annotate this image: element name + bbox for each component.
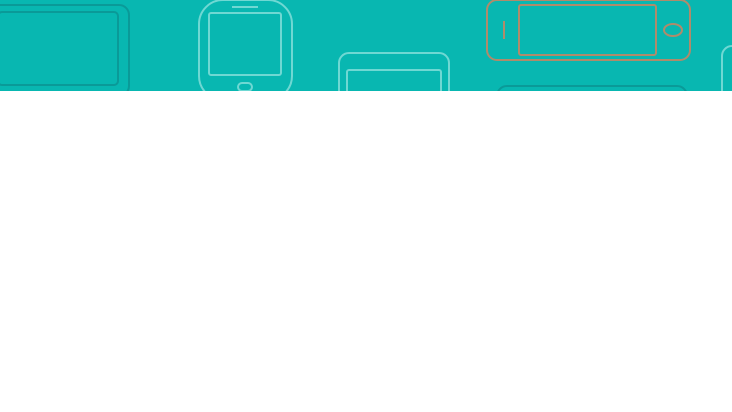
device-pattern-banner — [0, 0, 732, 91]
page — [0, 0, 732, 412]
blank-content-area — [0, 91, 732, 412]
device-pattern-graphic — [0, 0, 732, 91]
banner-background — [0, 0, 732, 91]
